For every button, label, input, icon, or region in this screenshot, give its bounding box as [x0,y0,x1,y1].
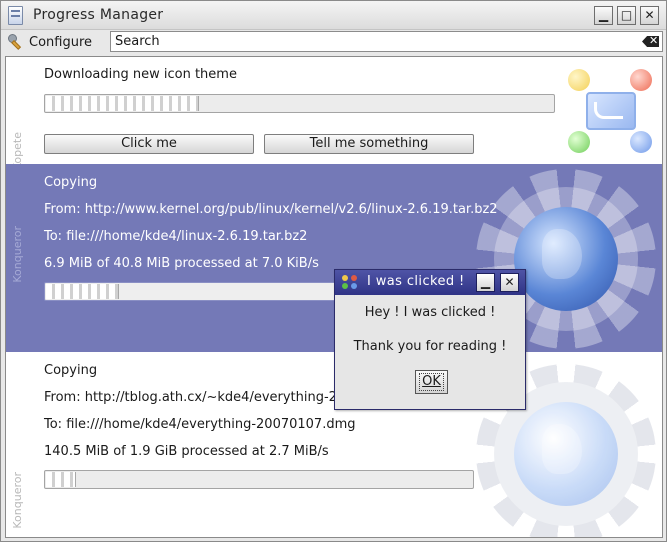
dialog-minimize-button[interactable]: ▁ [476,273,495,292]
configure-label: Configure [29,34,93,50]
kde-app-icon [342,275,358,290]
search-text: Search [115,34,160,49]
job-destination: To: file:///home/kde4/everything-2007010… [44,417,356,432]
title-bar[interactable]: Progress Manager ▁ □ ✕ [1,1,666,30]
wrench-icon [7,33,25,51]
job-status: 6.9 MiB of 40.8 MiB processed at 7.0 KiB… [44,256,319,271]
toolbar: Configure Search ✕ [1,30,666,54]
dialog-message: Hey ! I was clicked ! [364,305,496,320]
close-icon: ✕ [504,275,515,289]
clicked-dialog[interactable]: I was clicked ! ▁ ✕ Hey ! I was clicked … [334,269,526,410]
job-title: Downloading new icon theme [44,67,237,82]
dialog-title-bar[interactable]: I was clicked ! ▁ ✕ [335,270,525,295]
progress-bar [44,470,474,489]
minimize-icon: ▁ [480,275,491,289]
click-me-button[interactable]: Click me [44,134,254,154]
window-title: Progress Manager [33,7,164,23]
job-status: 140.5 MiB of 1.9 GiB processed at 2.7 Mi… [44,444,329,459]
dialog-message-secondary: Thank you for reading ! [353,339,507,354]
job-item-kopete[interactable]: Kopete Downloading new icon theme Click … [6,57,662,170]
maximize-icon: □ [620,8,633,22]
dialog-title: I was clicked ! [367,274,465,289]
dialog-close-button[interactable]: ✕ [500,273,519,292]
job-title: Copying [44,175,98,190]
job-title: Copying [44,363,98,378]
maximize-button[interactable]: □ [617,6,636,25]
ok-button[interactable]: OK [415,370,448,394]
ok-label: OK [419,373,444,391]
close-icon: ✕ [644,8,655,22]
minimize-icon: ▁ [598,8,609,22]
progress-fill [46,96,199,111]
kopete-logo-icon [564,67,658,157]
configure-button[interactable]: Configure [7,32,92,52]
tell-me-something-button[interactable]: Tell me something [264,134,474,154]
job-destination: To: file:///home/kde4/linux-2.6.19.tar.b… [44,229,308,244]
progress-fill [46,472,76,487]
close-button[interactable]: ✕ [640,6,659,25]
app-icon[interactable] [8,6,23,25]
search-input[interactable]: Search ✕ [110,31,663,52]
clear-search-icon[interactable]: ✕ [642,36,659,47]
job-source: From: http://www.kernel.org/pub/linux/ke… [44,202,498,217]
progress-fill [46,284,119,299]
minimize-button[interactable]: ▁ [594,6,613,25]
progress-bar [44,94,555,113]
